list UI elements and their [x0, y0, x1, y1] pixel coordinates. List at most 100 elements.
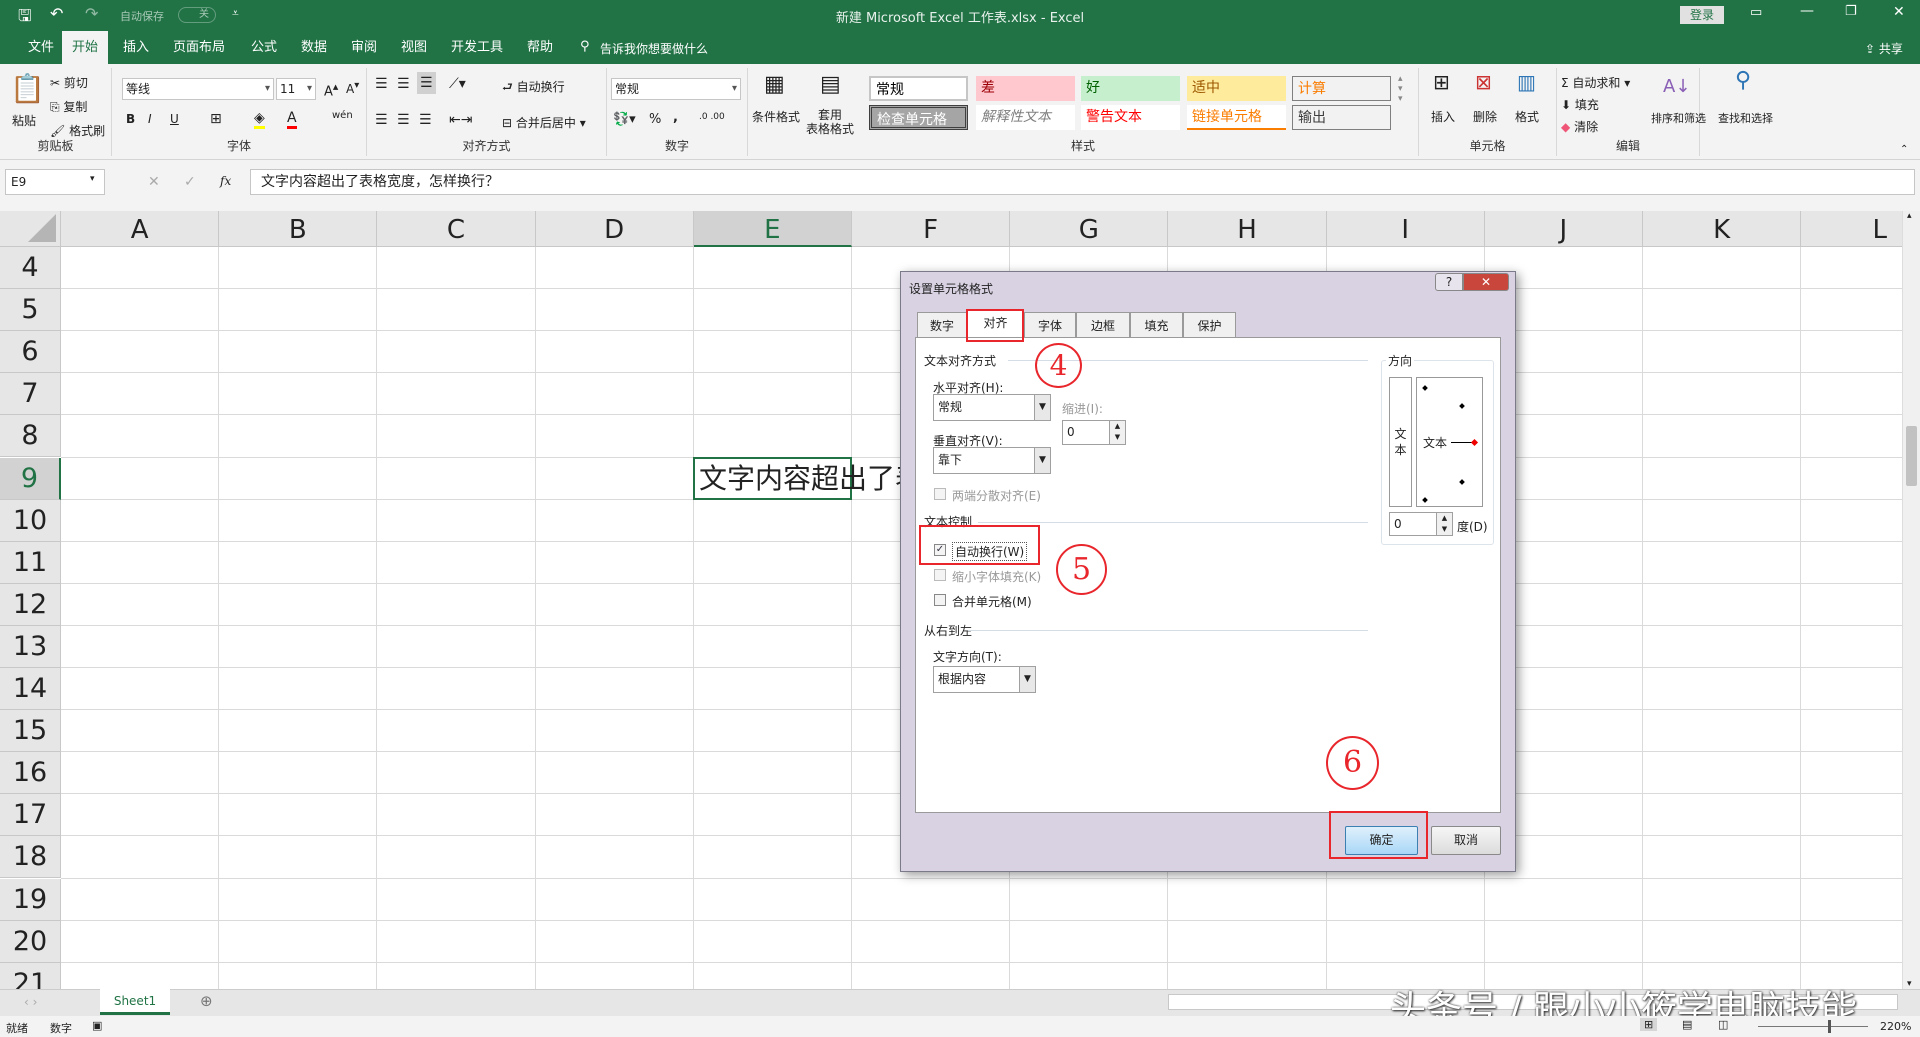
align-left-icon[interactable]: ☰	[375, 112, 388, 128]
ribbon-display-icon[interactable]: ▭	[1750, 5, 1762, 20]
dialog-tab-2[interactable]: 字体	[1024, 312, 1076, 338]
indent-spinner[interactable]: 0 ▲ ▼	[1062, 420, 1126, 445]
autosum-button[interactable]: Σ 自动求和 ▾	[1561, 74, 1630, 91]
orientation-icon[interactable]: ⟋▾	[449, 76, 466, 92]
sheet-nav-icons[interactable]: ‹ ›	[24, 995, 37, 1009]
horizontal-align-select[interactable]: 常规 ▼	[933, 394, 1051, 421]
paste-icon[interactable]: 📋	[10, 72, 45, 105]
font-color-icon[interactable]: A	[287, 110, 297, 129]
font-name-select[interactable]: 等线	[122, 78, 274, 100]
row-header-4[interactable]: 4	[0, 247, 61, 290]
login-button[interactable]: 登录	[1680, 6, 1724, 24]
macro-record-icon[interactable]: ▣	[92, 1019, 102, 1032]
collapse-ribbon-icon[interactable]: ⌃	[1900, 144, 1908, 155]
wrap-text-button[interactable]: ⮐ 自动换行	[502, 78, 565, 99]
comma-button[interactable]: ,	[673, 110, 678, 125]
vertical-text-button[interactable]: 文 本	[1389, 377, 1412, 507]
dialog-tab-0[interactable]: 数字	[917, 312, 967, 338]
scroll-up-icon[interactable]: ▴	[1907, 211, 1912, 221]
underline-button[interactable]: U	[170, 112, 179, 126]
vertical-align-select[interactable]: 靠下 ▼	[933, 447, 1051, 474]
merge-checkbox[interactable]	[934, 594, 946, 606]
cell-style-1[interactable]: 差	[976, 76, 1075, 101]
row-header-18[interactable]: 18	[0, 836, 61, 879]
column-header-I[interactable]: I	[1326, 211, 1485, 247]
insert-button[interactable]: 插入	[1431, 108, 1455, 125]
bold-button[interactable]: B	[126, 112, 135, 126]
column-header-B[interactable]: B	[219, 211, 378, 247]
copy-button[interactable]: ⎘ 复制	[50, 98, 87, 115]
share-button[interactable]: ⇪ 共享	[1865, 40, 1903, 57]
enter-icon[interactable]: ✓	[184, 174, 196, 190]
cell-style-2[interactable]: 好	[1081, 76, 1180, 101]
distributed-checkbox[interactable]	[934, 488, 946, 500]
formula-input[interactable]: 文字内容超出了表格宽度，怎样换行？	[250, 169, 1915, 195]
align-right-icon[interactable]: ☰	[419, 112, 432, 128]
borders-icon[interactable]: ⊞	[210, 111, 222, 127]
delete-button[interactable]: 删除	[1473, 108, 1497, 125]
column-header-K[interactable]: K	[1643, 211, 1802, 247]
row-header-9[interactable]: 9	[0, 457, 61, 500]
row-header-11[interactable]: 11	[0, 541, 61, 584]
find-icon[interactable]: ⚲	[1735, 68, 1751, 93]
menu-tab-4[interactable]: 公式	[241, 31, 287, 64]
row-header-14[interactable]: 14	[0, 668, 61, 711]
sort-filter-icon[interactable]: A↓	[1663, 76, 1690, 97]
restore-icon[interactable]: ❐	[1845, 4, 1857, 19]
row-header-15[interactable]: 15	[0, 710, 61, 753]
align-bottom-icon[interactable]: ☰	[417, 72, 436, 94]
column-header-D[interactable]: D	[535, 211, 694, 247]
row-header-20[interactable]: 20	[0, 920, 61, 963]
row-header-8[interactable]: 8	[0, 415, 61, 458]
close-icon[interactable]: ✕	[1893, 4, 1905, 20]
dialog-tab-3[interactable]: 边框	[1076, 312, 1130, 338]
zoom-slider[interactable]	[1758, 1026, 1868, 1027]
row-header-6[interactable]: 6	[0, 331, 61, 374]
cancel-button[interactable]: 取消	[1431, 826, 1501, 855]
column-header-C[interactable]: C	[377, 211, 536, 247]
cell-style-9[interactable]: 输出	[1292, 105, 1391, 130]
cell-style-5[interactable]: 检查单元格	[869, 105, 968, 130]
shrink-checkbox[interactable]	[934, 569, 946, 581]
zoom-slider-thumb[interactable]	[1828, 1020, 1831, 1033]
sheet-tab-sheet1[interactable]: Sheet1	[100, 989, 170, 1015]
cancel-icon[interactable]: ✕	[148, 174, 160, 190]
cell-style-4[interactable]: 计算	[1292, 76, 1391, 101]
row-header-13[interactable]: 13	[0, 625, 61, 668]
row-header-12[interactable]: 12	[0, 583, 61, 626]
format-button[interactable]: 格式	[1515, 108, 1539, 125]
dialog-close-button[interactable]: ✕	[1463, 273, 1509, 291]
menu-tab-0[interactable]: 文件	[18, 31, 64, 64]
menu-tab-1[interactable]: 开始	[62, 31, 109, 64]
number-format-select[interactable]: 常规	[611, 78, 741, 100]
row-header-7[interactable]: 7	[0, 373, 61, 416]
merge-center-button[interactable]: ⊟ 合并后居中 ▾	[502, 114, 586, 131]
select-all-button[interactable]	[0, 211, 61, 247]
scroll-thumb[interactable]	[1906, 426, 1917, 486]
format-table-icon[interactable]: ▤	[820, 72, 841, 97]
tell-me-input[interactable]: 告诉我你想要做什么	[600, 40, 708, 57]
menu-tab-2[interactable]: 插入	[113, 31, 159, 64]
format-cells-icon[interactable]: ▥	[1517, 70, 1536, 94]
menu-tab-3[interactable]: 页面布局	[163, 31, 235, 64]
insert-function-button[interactable]: fx	[220, 174, 231, 188]
sort-filter-button[interactable]: 排序和筛选	[1651, 110, 1706, 126]
align-top-icon[interactable]: ☰	[375, 76, 388, 92]
dial-handle[interactable]	[1470, 438, 1479, 447]
percent-button[interactable]: %	[649, 112, 661, 127]
font-size-select[interactable]: 11	[276, 78, 316, 100]
menu-tab-8[interactable]: 开发工具	[441, 31, 513, 64]
column-header-E[interactable]: E	[693, 211, 852, 247]
degrees-spinner[interactable]: 0 ▲ ▼	[1389, 512, 1453, 536]
row-header-21[interactable]: 21	[0, 962, 61, 989]
menu-tab-6[interactable]: 审阅	[341, 31, 387, 64]
orientation-dial[interactable]: 文本	[1416, 377, 1483, 507]
normal-view-icon[interactable]: ⊞	[1640, 1018, 1658, 1031]
indent-icons[interactable]: ⇤⇥	[449, 112, 472, 128]
row-header-19[interactable]: 19	[0, 878, 61, 921]
add-sheet-button[interactable]: ⊕	[200, 992, 213, 1010]
cut-button[interactable]: ✂ 剪切	[50, 74, 88, 91]
row-header-10[interactable]: 10	[0, 499, 61, 542]
menu-tab-9[interactable]: 帮助	[517, 31, 563, 64]
menu-tab-7[interactable]: 视图	[391, 31, 437, 64]
